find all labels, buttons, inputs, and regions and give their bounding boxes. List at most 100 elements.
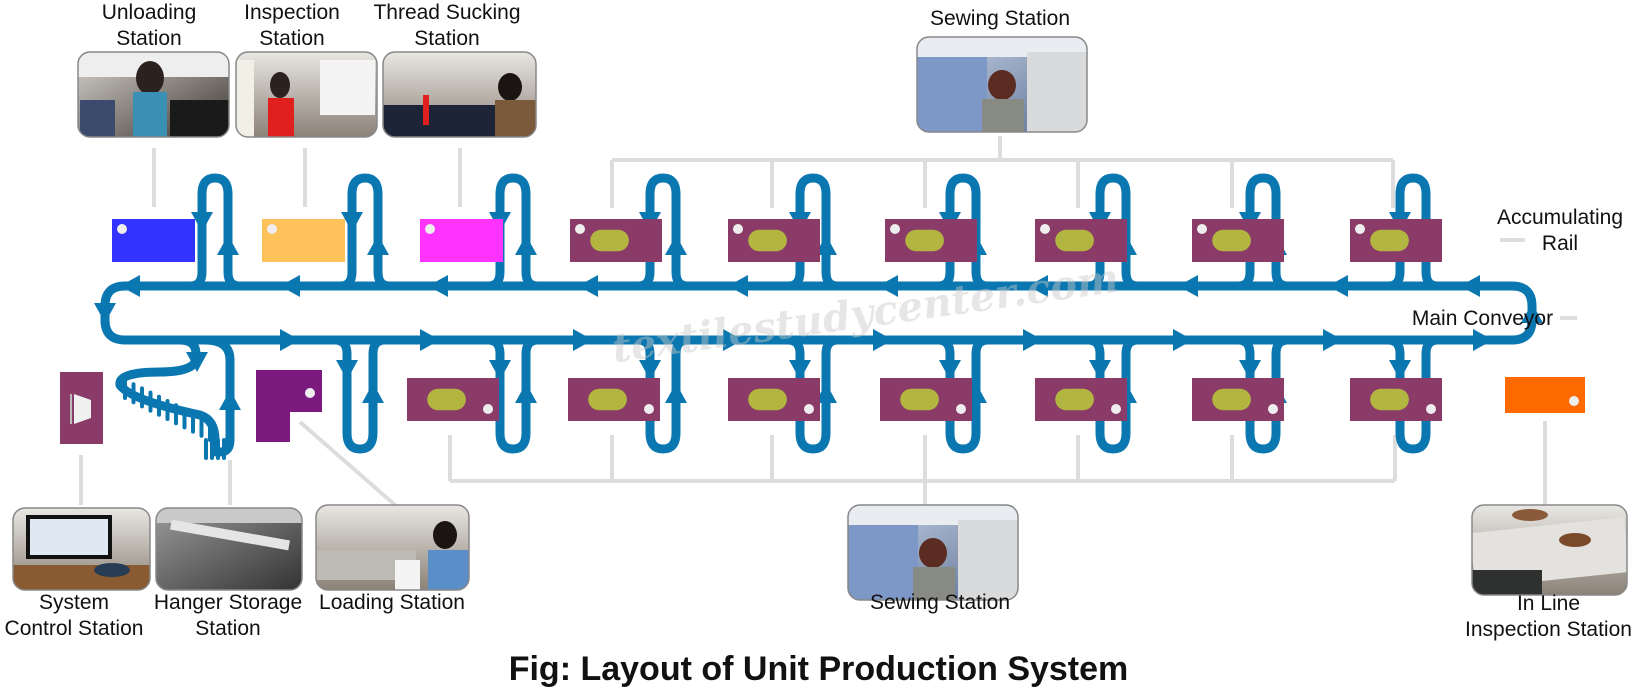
conveyor-arrow-right-icon — [280, 329, 300, 351]
sewing-machine — [1027, 52, 1087, 132]
station-sewing-bottom-4 — [880, 378, 972, 421]
worker-head — [136, 61, 164, 95]
station-inline-inspection — [1505, 377, 1585, 413]
station-sewing-bottom-6 — [1192, 378, 1284, 421]
status-dot-icon — [1355, 224, 1365, 234]
rail-arrow-up-icon — [515, 235, 537, 255]
photo-inline-inspection — [1471, 504, 1628, 596]
garment — [170, 100, 229, 137]
conveyor-arrow-left-icon — [428, 275, 448, 297]
conveyor-arrow-right-icon — [1023, 329, 1043, 351]
conveyor-arrow-right-icon — [1173, 329, 1193, 351]
status-dot-icon — [305, 388, 315, 398]
worker-body — [428, 550, 469, 590]
hand — [1512, 509, 1548, 521]
worker-body — [268, 98, 294, 137]
status-dot-icon — [890, 224, 900, 234]
label-sewing-station-bottom: Sewing Station — [869, 591, 1011, 614]
station-sewing-top-1 — [570, 219, 662, 262]
station-thread-sucking — [420, 219, 503, 262]
machine — [423, 95, 429, 125]
station-sewing-bottom-7 — [1350, 378, 1442, 421]
conveyor-arrow-left-icon — [120, 275, 140, 297]
status-dot-icon — [1197, 224, 1207, 234]
photo-inspection — [235, 51, 378, 138]
label-inspection-station: Inspection Station — [244, 1, 340, 50]
rail-arrow-up-icon — [515, 383, 537, 403]
sewing-pad-icon — [748, 388, 787, 411]
conveyor-arrow-left-icon — [280, 275, 300, 297]
accumulating-rail-loop-top — [335, 173, 395, 291]
rail-arrow-up-icon — [665, 383, 687, 403]
worker-head — [988, 70, 1016, 100]
board — [320, 60, 375, 115]
photo-hanger-storage — [155, 507, 303, 591]
worker-body — [133, 92, 167, 137]
photo-system-control — [12, 507, 151, 591]
station-system-control — [60, 372, 103, 444]
station-inline-inspection-body — [1505, 377, 1585, 413]
photo-unloading — [77, 51, 230, 138]
label-hanger-storage-station: Hanger Storage Station — [153, 591, 303, 640]
sewing-pad-icon — [1212, 388, 1251, 411]
hanging-garments — [917, 57, 987, 132]
label-loading-station: Loading Station — [319, 591, 465, 614]
sewing-pad-icon — [748, 229, 787, 252]
station-sewing-top-6 — [1350, 219, 1442, 262]
rail-arrow-up-icon — [367, 235, 389, 255]
rail-arrow-down-icon — [1239, 360, 1261, 380]
garment — [395, 560, 420, 590]
conveyor-arrow-right-icon — [1323, 329, 1343, 351]
sewing-pad-icon — [1212, 229, 1251, 252]
station-sewing-top-5 — [1192, 219, 1284, 262]
screen — [30, 519, 108, 555]
status-dot-icon — [575, 224, 585, 234]
rail-arrow-up-icon — [362, 383, 384, 403]
sewing-pad-icon — [900, 388, 939, 411]
status-dot-icon — [117, 224, 127, 234]
station-sewing-bottom-2 — [568, 378, 660, 421]
status-dot-icon — [644, 404, 654, 414]
rail-arrow-down-icon — [1089, 360, 1111, 380]
sewing-pad-icon — [905, 229, 944, 252]
status-dot-icon — [1268, 404, 1278, 414]
sewing-pad-icon — [1370, 388, 1409, 411]
label-main-conveyor: Main Conveyor — [1411, 307, 1554, 330]
station-sewing-bottom-5 — [1035, 378, 1127, 421]
status-dot-icon — [956, 404, 966, 414]
status-dot-icon — [733, 224, 743, 234]
worker-body — [982, 99, 1024, 132]
worker-head — [919, 538, 947, 568]
station-sewing-top-3 — [885, 219, 977, 262]
status-dot-icon — [267, 224, 277, 234]
rail-arrow-down-icon — [939, 360, 961, 380]
sewing-pad-icon — [588, 388, 627, 411]
conveyor-arrow-left-icon — [728, 275, 748, 297]
sewing-pad-icon — [1055, 229, 1094, 252]
status-dot-icon — [425, 224, 435, 234]
status-dot-icon — [1040, 224, 1050, 234]
conveyor-arrow-left-icon — [578, 275, 598, 297]
hanging-garments — [848, 525, 918, 600]
conveyor-arrow-left-icon — [1328, 275, 1348, 297]
hanging-garments — [236, 60, 254, 137]
hand — [1559, 533, 1591, 547]
worker-seated — [80, 100, 115, 137]
station-inspection — [262, 219, 345, 262]
worker-head — [498, 73, 522, 101]
label-sewing-station-top: Sewing Station — [929, 7, 1071, 30]
figure-caption: Fig: Layout of Unit Production System — [508, 650, 1129, 688]
status-dot-icon — [804, 404, 814, 414]
rail-arrow-up-icon — [219, 390, 241, 410]
accumulating-rail-loop-top — [185, 173, 245, 291]
sewing-pad-icon — [1370, 229, 1409, 252]
worker-head — [270, 72, 290, 98]
status-dot-icon — [483, 404, 493, 414]
station-unloading — [112, 219, 195, 262]
worker-head — [433, 521, 457, 549]
rail-arrow-up-icon — [217, 235, 239, 255]
conveyor-arrow-down-icon — [94, 303, 116, 323]
label-accumulating-rail: Accumulating Rail — [1496, 206, 1624, 255]
conveyor-arrow-right-icon — [420, 329, 440, 351]
photo-sewing-bottom — [847, 504, 1019, 601]
